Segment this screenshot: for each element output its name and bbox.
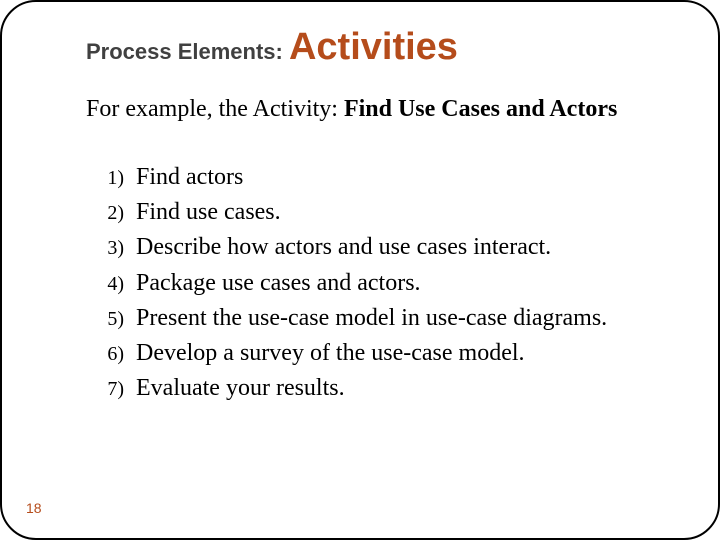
list-item: 5) Present the use-case model in use-cas…: [92, 303, 652, 334]
intro-lead: For example, the Activity:: [86, 96, 344, 122]
list-item: 3) Describe how actors and use cases int…: [92, 232, 652, 263]
list-item: 2) Find use cases.: [92, 197, 652, 228]
list-number: 2): [92, 202, 136, 225]
list-text: Present the use-case model in use-case d…: [136, 303, 607, 334]
slide-frame: Process Elements: Activities For example…: [0, 0, 720, 540]
list-text: Evaluate your results.: [136, 373, 345, 404]
intro-bold: Find Use Cases and Actors: [344, 96, 617, 122]
list-text: Develop a survey of the use-case model.: [136, 338, 525, 369]
list-text: Find use cases.: [136, 197, 281, 228]
step-list: 1) Find actors 2) Find use cases. 3) Des…: [92, 162, 652, 408]
list-item: 1) Find actors: [92, 162, 652, 193]
list-item: 7) Evaluate your results.: [92, 373, 652, 404]
list-text: Describe how actors and use cases intera…: [136, 232, 551, 263]
title-main: Activities: [289, 26, 458, 68]
list-text: Find actors: [136, 162, 243, 193]
list-item: 6) Develop a survey of the use-case mode…: [92, 338, 652, 369]
list-number: 3): [92, 237, 136, 260]
list-number: 4): [92, 273, 136, 296]
title-prefix: Process Elements:: [86, 39, 289, 64]
list-text: Package use cases and actors.: [136, 268, 421, 299]
list-number: 6): [92, 343, 136, 366]
list-number: 7): [92, 378, 136, 401]
page-number: 18: [26, 500, 42, 516]
slide-title: Process Elements: Activities: [86, 26, 458, 69]
intro-text: For example, the Activity: Find Use Case…: [86, 94, 646, 124]
list-item: 4) Package use cases and actors.: [92, 268, 652, 299]
list-number: 5): [92, 308, 136, 331]
list-number: 1): [92, 167, 136, 190]
